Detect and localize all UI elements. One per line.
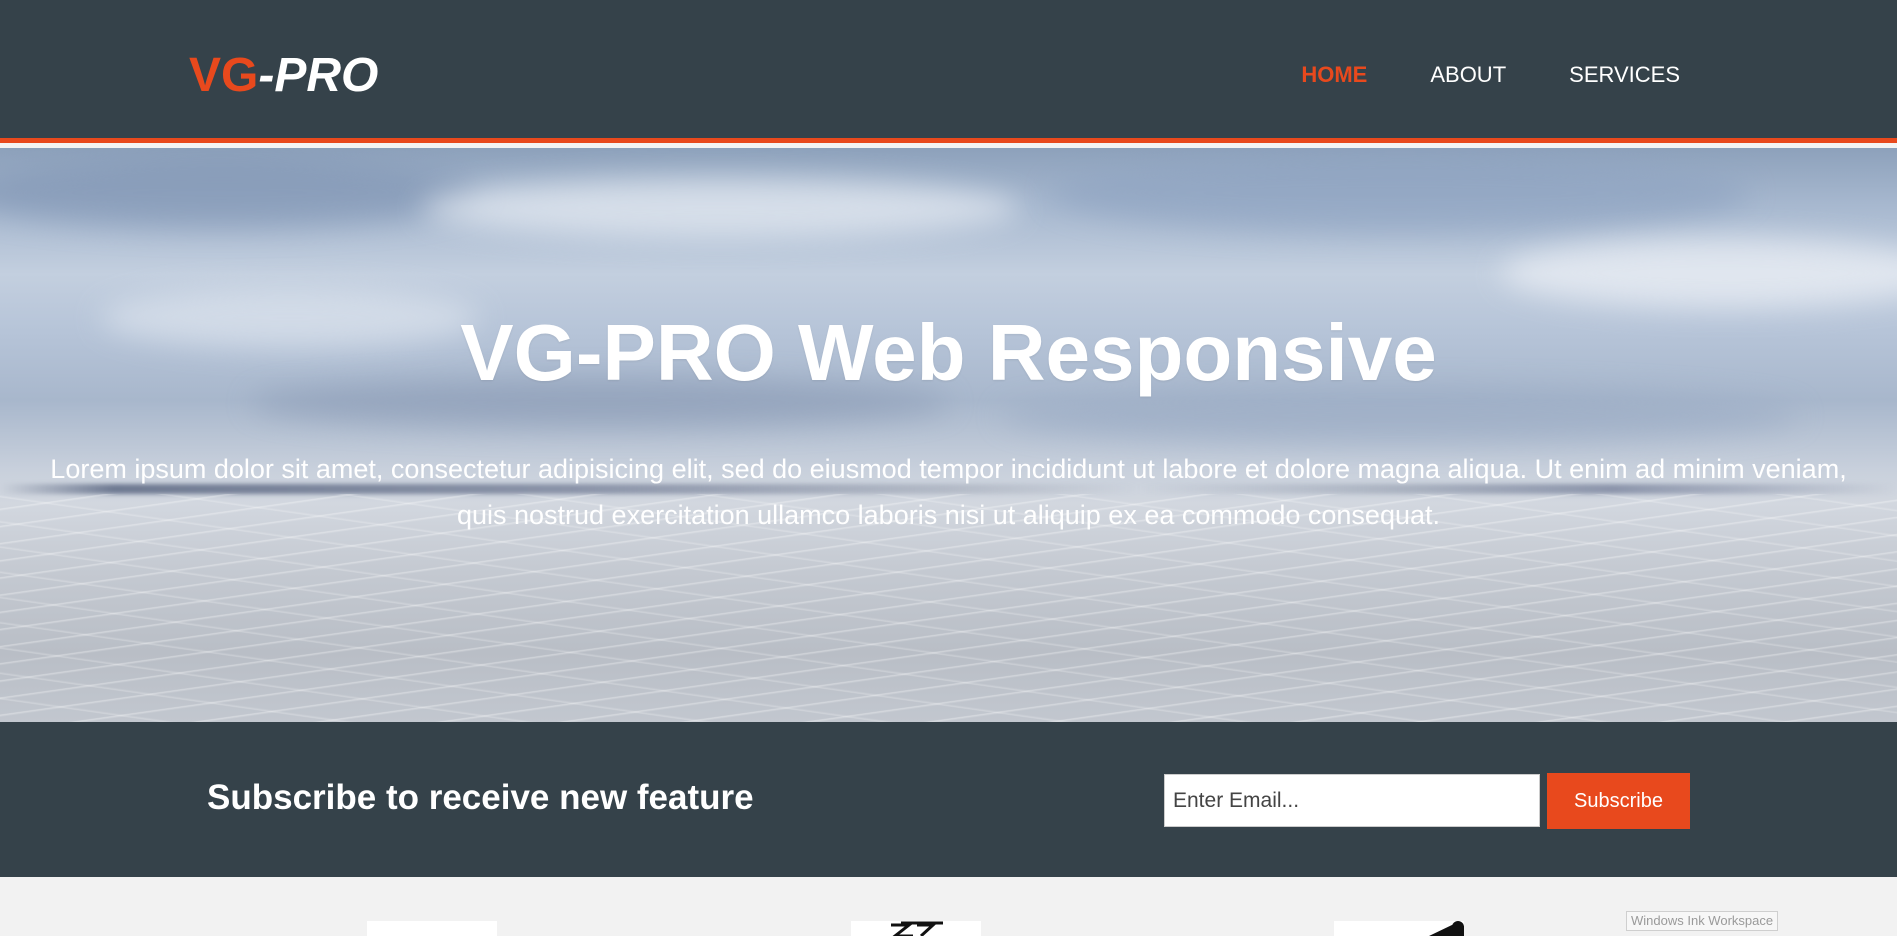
email-input[interactable] <box>1164 774 1540 827</box>
subscribe-button[interactable]: Subscribe <box>1547 773 1690 829</box>
nav-home-link[interactable]: HOME <box>1301 62 1367 88</box>
logo-rest: -PRO <box>258 49 379 102</box>
hero-showcase: VG-PRO Web Responsive Lorem ipsum dolor … <box>0 148 1897 722</box>
sky-cloud <box>1500 238 1897 308</box>
newsletter-section: Subscribe to receive new feature Subscri… <box>0 722 1897 877</box>
nav-about-link[interactable]: ABOUT <box>1430 62 1506 88</box>
site-header: VG-PRO HOME ABOUT SERVICES <box>0 0 1897 143</box>
logo-accent: VG <box>189 49 259 102</box>
main-nav: HOME ABOUT SERVICES <box>1238 62 1680 88</box>
sky-cloud <box>420 178 1020 238</box>
boxes-section: Windows Ink Workspace <box>0 877 1897 936</box>
sky-cloud <box>1050 153 1750 233</box>
sky-cloud <box>0 158 480 228</box>
brush-logo-icon <box>1334 921 1464 936</box>
css-logo-icon <box>851 921 981 936</box>
brand-logo[interactable]: VG-PRO <box>189 48 378 104</box>
hero-title: VG-PRO Web Responsive <box>460 308 1437 397</box>
windows-ink-tooltip: Windows Ink Workspace <box>1626 911 1779 931</box>
nav-services-link[interactable]: SERVICES <box>1569 62 1680 88</box>
html-logo-icon <box>367 921 497 936</box>
newsletter-title: Subscribe to receive new feature <box>207 778 754 817</box>
hero-text: Lorem ipsum dolor sit amet, consectetur … <box>50 454 1847 530</box>
